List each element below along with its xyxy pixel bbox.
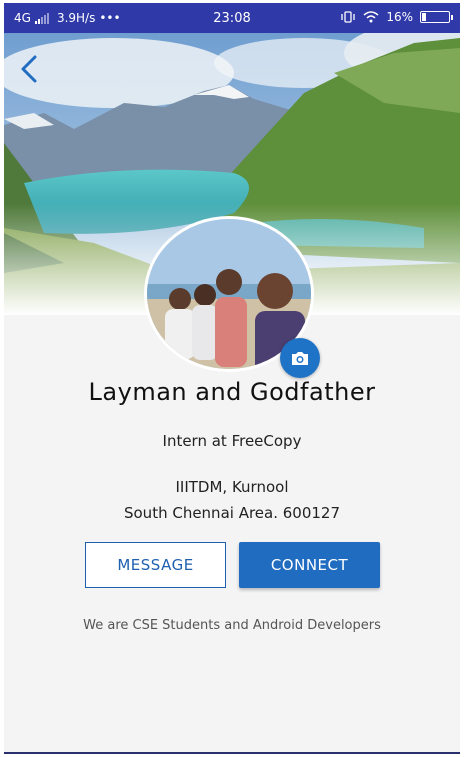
profile-location-line1: IIITDM, Kurnool [175, 478, 289, 496]
battery-level-fill [422, 13, 426, 21]
wifi-icon [363, 11, 379, 23]
profile-location-line2: South Chennai Area. 600127 [123, 504, 341, 522]
profile-headline: Intern at FreeCopy [162, 432, 302, 450]
status-bar: 4G 3.9H/s ••• 23:08 16% [4, 3, 460, 33]
battery-percent: 16% [386, 10, 413, 24]
connect-button[interactable]: CONNECT [239, 542, 380, 588]
profile-bio: We are CSE Students and Android Develope… [83, 618, 381, 633]
vibrate-icon [341, 11, 355, 23]
battery-icon [420, 11, 453, 23]
chevron-left-icon [21, 55, 37, 83]
camera-icon [292, 352, 308, 365]
profile-name: Layman and Godfather [88, 378, 376, 406]
message-button[interactable]: MESSAGE [85, 542, 226, 588]
bottom-divider [4, 752, 460, 754]
status-right: 16% [340, 10, 453, 24]
back-button[interactable] [14, 52, 44, 86]
change-photo-button[interactable] [280, 338, 320, 378]
